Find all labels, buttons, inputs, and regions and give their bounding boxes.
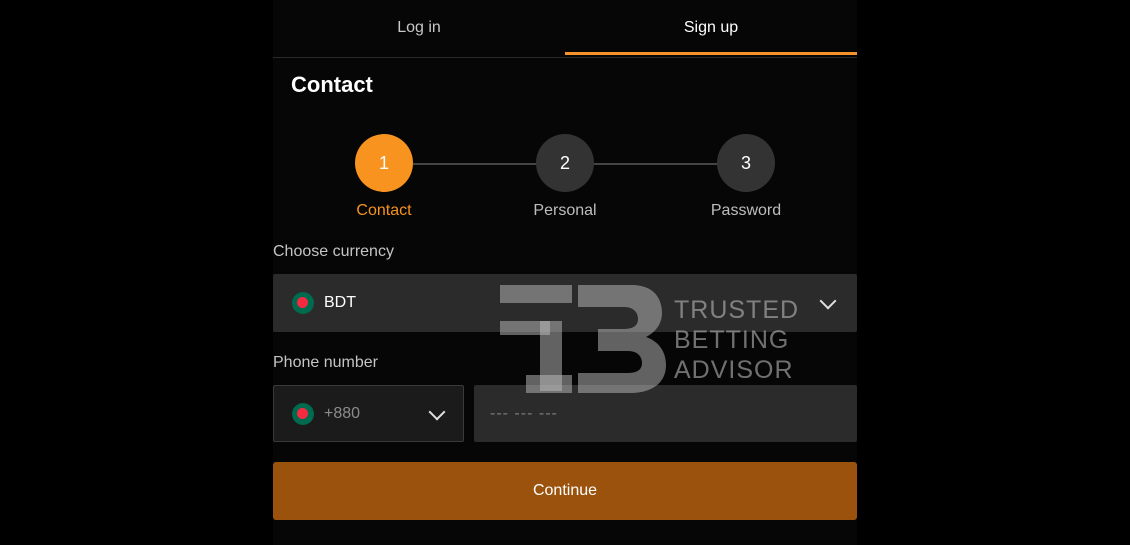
bangladesh-flag-icon [292, 292, 314, 314]
step-personal: 2 Personal [505, 134, 625, 220]
chevron-down-icon [428, 403, 446, 421]
step-number-2: 2 [536, 134, 594, 192]
auth-panel: Log in Sign up Contact 1 Contact 2 Perso… [273, 0, 857, 545]
step-label-contact: Contact [356, 202, 412, 219]
tab-log-in[interactable]: Log in [273, 0, 565, 56]
page-title: Contact [291, 72, 373, 97]
continue-button[interactable]: Continue [273, 462, 857, 520]
phone-label: Phone number [273, 354, 378, 371]
step-contact: 1 Contact [324, 134, 444, 220]
step-number-1: 1 [355, 134, 413, 192]
currency-value: BDT [324, 294, 356, 311]
country-code-select[interactable]: +880 [273, 385, 464, 442]
step-label-personal: Personal [533, 202, 597, 219]
chevron-down-icon [819, 292, 837, 310]
step-label-password: Password [710, 202, 782, 219]
auth-tabs: Log in Sign up [273, 0, 857, 58]
country-code-value: +880 [324, 404, 361, 422]
active-tab-indicator [565, 52, 857, 55]
phone-input[interactable] [474, 385, 857, 442]
step-password: 3 Password [686, 134, 806, 220]
step-number-3: 3 [717, 134, 775, 192]
page: Log in Sign up Contact 1 Contact 2 Perso… [0, 0, 1130, 545]
currency-select[interactable]: BDT [273, 274, 857, 332]
bangladesh-flag-icon [292, 402, 314, 425]
currency-label: Choose currency [273, 243, 394, 260]
tab-sign-up[interactable]: Sign up [565, 0, 857, 56]
